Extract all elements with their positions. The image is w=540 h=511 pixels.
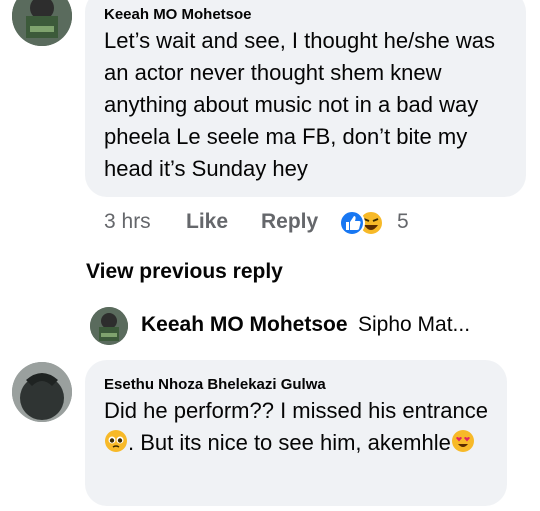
reaction-count: 5 <box>397 210 409 233</box>
like-button[interactable]: Like <box>186 210 228 234</box>
comment-time[interactable]: 3 hrs <box>104 210 151 234</box>
avatar-photo <box>12 362 72 422</box>
avatar-photo <box>12 0 72 46</box>
like-reaction-icon <box>339 210 365 236</box>
pleading-face-icon <box>105 430 127 452</box>
reply-preview[interactable]: Keeah MO Mohetsoe Sipho Mat... <box>141 313 470 337</box>
comment-text: Let’s wait and see, I thought he/she was… <box>104 28 495 181</box>
reply-author: Keeah MO Mohetsoe <box>141 313 348 336</box>
comment-text-part1: Did he perform?? I missed his entrance <box>104 398 488 423</box>
heart-eyes-icon <box>451 430 474 452</box>
reaction-icons <box>339 210 384 236</box>
commenter-avatar[interactable] <box>12 362 72 422</box>
comment-bubble: Keeah MO Mohetsoe Let’s wait and see, I … <box>85 0 526 197</box>
reply-snippet: Sipho Mat... <box>358 313 471 336</box>
comment-bubble: Esethu Nhoza Bhelekazi Gulwa Did he perf… <box>85 360 507 506</box>
comment-author[interactable]: Esethu Nhoza Bhelekazi Gulwa <box>104 376 493 393</box>
comment-text-part2: . But its nice to see him, akemhle <box>128 430 451 455</box>
avatar-photo <box>90 307 128 345</box>
reply-button[interactable]: Reply <box>261 210 318 234</box>
view-previous-reply-link[interactable]: View previous reply <box>86 260 283 284</box>
commenter-avatar[interactable] <box>12 0 72 46</box>
reply-author-avatar[interactable] <box>90 307 128 345</box>
comment-text: Did he perform?? I missed his entrance .… <box>104 395 493 459</box>
comment-author[interactable]: Keeah MO Mohetsoe <box>104 6 512 23</box>
